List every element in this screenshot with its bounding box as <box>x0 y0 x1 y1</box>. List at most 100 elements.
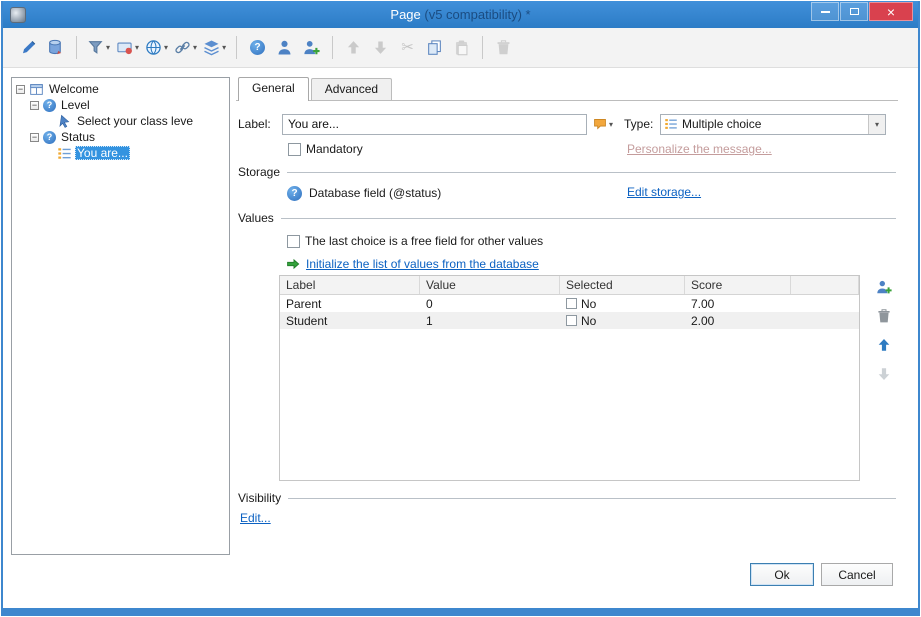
cancel-button[interactable]: Cancel <box>821 563 893 586</box>
dropdown-arrow-icon: ▾ <box>106 43 111 52</box>
selected-checkbox[interactable] <box>566 298 577 309</box>
paste-icon <box>453 39 470 56</box>
selected-checkbox[interactable] <box>566 315 577 326</box>
toolbar-separator <box>236 36 238 59</box>
help-button[interactable]: ? <box>244 34 271 61</box>
dropdown-arrow-icon: ▾ <box>135 43 140 52</box>
tree-item-welcome[interactable]: − Welcome <box>12 81 229 97</box>
value-score-cell: 2.00 <box>691 313 715 328</box>
personalize-message-button[interactable]: ▾ <box>591 115 615 133</box>
value-score-cell: 7.00 <box>691 296 715 311</box>
dropdown-arrow-icon: ▾ <box>609 119 614 129</box>
column-header-filler <box>791 276 859 294</box>
column-header[interactable]: Label <box>280 276 420 294</box>
paste-button <box>448 34 475 61</box>
scissors-icon: ✂ <box>401 39 414 56</box>
green-arrow-icon <box>286 257 300 271</box>
column-header[interactable]: Score <box>685 276 791 294</box>
close-button[interactable]: × <box>869 2 913 21</box>
tree-item-label: Level <box>61 98 90 112</box>
add-contact-button[interactable] <box>298 34 325 61</box>
label-caption: Label: <box>238 117 271 131</box>
move-down-button <box>367 34 394 61</box>
add-value-button[interactable] <box>876 279 892 295</box>
maximize-icon <box>849 8 859 15</box>
edit-properties-button[interactable] <box>15 34 42 61</box>
values-table-header: Label Value Selected Score <box>280 276 859 295</box>
dropdown-arrow-icon: ▾ <box>193 43 198 52</box>
toolbar-separator <box>332 36 334 59</box>
copy-button[interactable] <box>421 34 448 61</box>
maximize-button[interactable] <box>840 2 868 21</box>
page-structure-tree: − Welcome − ? Level Select your class le… <box>11 77 230 555</box>
tree-item-select-class[interactable]: Select your class leve <box>12 113 229 129</box>
close-icon: × <box>886 3 896 20</box>
mandatory-label: Mandatory <box>306 142 363 156</box>
type-select[interactable]: Multiple choice ▾ <box>660 113 887 135</box>
tree-item-you-are[interactable]: You are... <box>12 145 229 161</box>
page-icon <box>29 82 44 97</box>
copy-icon <box>426 39 443 56</box>
insert-field-button[interactable]: ▾ <box>113 34 142 61</box>
pencil-icon <box>20 39 37 56</box>
database-button[interactable] <box>42 34 69 61</box>
value-value-cell: 1 <box>426 313 433 328</box>
insert-question-button[interactable]: ▾ <box>84 34 113 61</box>
expander-icon[interactable]: − <box>30 100 39 110</box>
free-field-checkbox[interactable] <box>287 234 300 248</box>
move-value-up-button[interactable] <box>876 337 892 353</box>
delete-value-button[interactable] <box>876 308 892 324</box>
storage-row: ? Database field (@status) Edit storage.… <box>238 184 896 202</box>
contact-button[interactable] <box>271 34 298 61</box>
tree-item-label: Welcome <box>49 82 99 96</box>
column-header[interactable]: Value <box>420 276 560 294</box>
list-icon <box>57 146 72 161</box>
dropdown-arrow-icon: ▾ <box>164 43 169 52</box>
mandatory-checkbox[interactable] <box>288 142 301 156</box>
web-options-button[interactable]: ▾ <box>142 34 171 61</box>
tree-item-level[interactable]: − ? Level <box>12 97 229 113</box>
mandatory-row: Mandatory Personalize the message... <box>238 141 896 157</box>
visibility-section-header: Visibility <box>238 491 896 505</box>
values-section-header: Values <box>238 211 896 225</box>
link-options-button[interactable]: ▾ <box>171 34 200 61</box>
select-arrow[interactable]: ▾ <box>868 114 886 134</box>
delete-button <box>490 34 517 61</box>
type-select-value: Multiple choice <box>682 117 762 131</box>
initialize-values-link[interactable]: Initialize the list of values from the d… <box>306 257 539 271</box>
initialize-row: Initialize the list of values from the d… <box>238 255 896 272</box>
list-icon <box>664 117 678 131</box>
visibility-edit-link[interactable]: Edit... <box>240 511 271 525</box>
value-value-cell: 0 <box>426 296 433 311</box>
expander-icon[interactable]: − <box>16 84 25 94</box>
label-input[interactable] <box>282 113 587 135</box>
tab-general[interactable]: General <box>238 77 309 101</box>
minimize-button[interactable] <box>811 2 839 21</box>
values-section-title: Values <box>238 211 274 225</box>
tab-advanced[interactable]: Advanced <box>310 78 393 100</box>
arrow-down-icon <box>372 39 389 56</box>
ok-button[interactable]: Ok <box>750 563 814 586</box>
layers-options-button[interactable]: ▾ <box>200 34 229 61</box>
value-label-cell: Parent <box>286 296 322 311</box>
table-row[interactable]: Student 1 No 2.00 <box>280 312 859 329</box>
column-header[interactable]: Selected <box>560 276 685 294</box>
table-row[interactable]: Parent 0 No 7.00 <box>280 295 859 312</box>
edit-storage-link[interactable]: Edit storage... <box>627 185 701 199</box>
personalize-message-link: Personalize the message... <box>627 142 772 156</box>
values-table[interactable]: Label Value Selected Score Parent 0 No 7… <box>279 275 860 481</box>
toolbar-separator <box>482 36 484 59</box>
dialog-window: Page (v5 compatibility) * × ▾ ▾ ▾ ▾ ▾ ? … <box>1 1 920 616</box>
tab-strip: General Advanced <box>236 77 898 101</box>
chevron-down-icon: ▾ <box>875 119 880 129</box>
help-icon: ? <box>250 40 266 55</box>
cursor-icon <box>57 114 72 129</box>
tree-item-status[interactable]: − ? Status <box>12 129 229 145</box>
label-type-row: Label: ▾ Type: Multiple choice ▾ <box>238 113 896 135</box>
expander-icon[interactable]: − <box>30 132 39 142</box>
cut-button: ✂ <box>394 34 421 61</box>
title-bar[interactable]: Page (v5 compatibility) * × <box>3 1 918 28</box>
main-toolbar: ▾ ▾ ▾ ▾ ▾ ? ✂ <box>3 28 918 68</box>
window-title: Page (v5 compatibility) * <box>390 7 531 22</box>
value-label-cell: Student <box>286 313 328 328</box>
